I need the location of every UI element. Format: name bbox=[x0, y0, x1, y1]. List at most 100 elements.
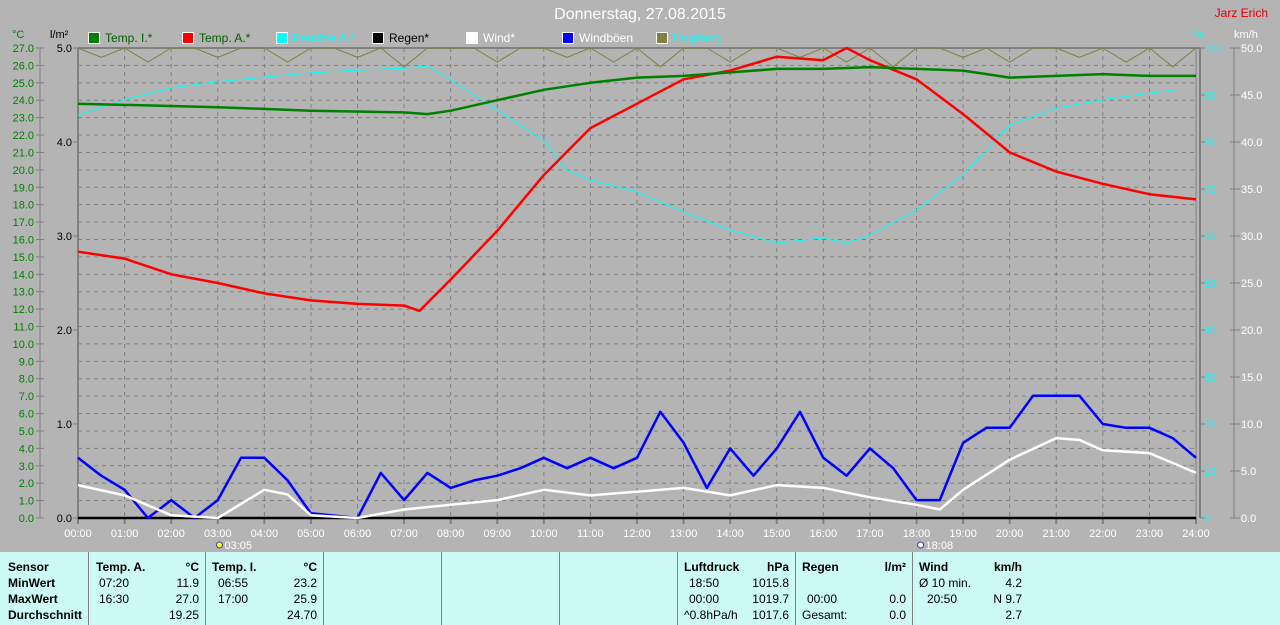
sunset-label: 18:08 bbox=[926, 540, 954, 552]
total-label: Gesamt: bbox=[802, 608, 848, 622]
stats-temp-i-col: Temp. I. °C 06:55 23.2 17:00 25.9 24.70 bbox=[206, 552, 324, 625]
min-time: 07:20 bbox=[99, 576, 130, 590]
sunset-icon bbox=[917, 541, 925, 549]
axis-unit-humidity: % bbox=[1194, 29, 1204, 41]
tick-label-temp: 7.0 bbox=[19, 391, 34, 403]
tick-label-time: 04:00 bbox=[251, 528, 279, 540]
legend-swatch bbox=[88, 32, 100, 44]
legend-swatch bbox=[372, 32, 384, 44]
min-time: 06:55 bbox=[218, 576, 249, 590]
max-value: 27.0 bbox=[175, 592, 199, 606]
tick-label-wind: 25.0 bbox=[1241, 278, 1262, 290]
tick-label-time: 06:00 bbox=[344, 528, 372, 540]
legend-swatch bbox=[182, 32, 194, 44]
tick-label-time: 08:00 bbox=[437, 528, 465, 540]
tick-label-humidity: 80 bbox=[1204, 137, 1216, 149]
tick-label-temp: 6.0 bbox=[19, 409, 34, 421]
stats-unit: °C bbox=[185, 560, 199, 574]
legend-item: Windböen bbox=[562, 31, 633, 45]
tick-label-humidity: 70 bbox=[1204, 184, 1216, 196]
legend-item: Temp. I.* bbox=[88, 31, 152, 45]
tick-label-time: 07:00 bbox=[390, 528, 418, 540]
axis-unit-rain: l/m² bbox=[50, 29, 69, 41]
legend-swatch bbox=[562, 32, 574, 44]
tick-label-wind: 10.0 bbox=[1241, 419, 1262, 431]
tick-label-humidity: 100 bbox=[1204, 43, 1222, 55]
tick-label-time: 05:00 bbox=[297, 528, 325, 540]
tick-label-time: 00:00 bbox=[64, 528, 92, 540]
stats-empty-col bbox=[442, 552, 560, 625]
avg-value: 19.25 bbox=[168, 608, 199, 622]
tick-label-temp: 26.0 bbox=[13, 60, 34, 72]
stats-empty-col bbox=[324, 552, 442, 625]
tick-label-temp: 5.0 bbox=[19, 426, 34, 438]
stats-header: Temp. I. bbox=[212, 560, 257, 574]
tick-label-humidity: 10 bbox=[1204, 466, 1216, 478]
tick-label-temp: 0.0 bbox=[19, 513, 34, 525]
tick-label-wind: 0.0 bbox=[1241, 513, 1256, 525]
tick-label-time: 22:00 bbox=[1089, 528, 1117, 540]
tick-label-wind: 40.0 bbox=[1241, 137, 1262, 149]
stats-unit: km/h bbox=[993, 560, 1022, 574]
stats-pressure-col: Luftdruck hPa 18:50 1015.8 00:00 1019.7 … bbox=[678, 552, 796, 625]
legend-item: Regen* bbox=[372, 31, 429, 45]
tick-label-rain: 5.0 bbox=[57, 43, 72, 55]
tick-label-temp: 8.0 bbox=[19, 374, 34, 386]
min-value: 1015.8 bbox=[752, 576, 789, 590]
avg-value: 1017.6 bbox=[752, 608, 789, 622]
tick-label-temp: 27.0 bbox=[13, 43, 34, 55]
tick-label-time: 16:00 bbox=[810, 528, 838, 540]
legend-label: Regen* bbox=[389, 31, 430, 45]
legend-label: Windböen bbox=[579, 31, 634, 45]
tick-label-temp: 12.0 bbox=[13, 304, 34, 316]
tick-label-temp: 18.0 bbox=[13, 200, 34, 212]
legend-label: Wind* bbox=[483, 31, 516, 45]
axis-unit-temp: °C bbox=[12, 29, 24, 41]
tick-label-humidity: 60 bbox=[1204, 231, 1216, 243]
stats-rain-col: Regen l/m² 00:00 0.0 Gesamt: 0.0 bbox=[796, 552, 913, 625]
max-value: N 9.7 bbox=[993, 592, 1022, 606]
tick-label-rain: 2.0 bbox=[57, 325, 72, 337]
tick-label-humidity: 20 bbox=[1204, 419, 1216, 431]
legend-swatch bbox=[276, 32, 288, 44]
stats-row-label: MaxWert bbox=[8, 592, 58, 606]
tick-label-time: 20:00 bbox=[996, 528, 1024, 540]
tick-label-temp: 19.0 bbox=[13, 182, 34, 194]
sunrise-icon bbox=[215, 541, 223, 549]
max-time: 20:50 bbox=[927, 592, 958, 606]
tick-label-humidity: 0 bbox=[1204, 513, 1210, 525]
stats-temp-a-col: Temp. A. °C 07:20 11.9 16:30 27.0 19.25 bbox=[89, 552, 206, 625]
tick-label-temp: 16.0 bbox=[13, 234, 34, 246]
max-time: 00:00 bbox=[807, 592, 838, 606]
tick-label-temp: 22.0 bbox=[13, 130, 34, 142]
min-time: 18:50 bbox=[689, 576, 720, 590]
max-value: 0.0 bbox=[889, 592, 906, 606]
tick-label-rain: 1.0 bbox=[57, 419, 72, 431]
tick-label-time: 01:00 bbox=[111, 528, 139, 540]
total-value: 0.0 bbox=[889, 608, 906, 622]
tick-label-time: 24:00 bbox=[1182, 528, 1210, 540]
stats-sensor-col: Sensor MinWert MaxWert Durchschnitt bbox=[0, 552, 89, 625]
min-value: 11.9 bbox=[176, 576, 199, 590]
tick-label-rain: 0.0 bbox=[57, 513, 72, 525]
tick-label-time: 18:00 bbox=[903, 528, 931, 540]
tick-label-time: 19:00 bbox=[949, 528, 977, 540]
tick-label-temp: 9.0 bbox=[19, 356, 34, 368]
tick-label-time: 09:00 bbox=[483, 528, 511, 540]
stats-row-label: Durchschnitt bbox=[8, 608, 83, 622]
tick-label-wind: 30.0 bbox=[1241, 231, 1262, 243]
sunrise-label: 03:05 bbox=[224, 540, 252, 552]
tick-label-humidity: 90 bbox=[1204, 90, 1216, 102]
tick-label-temp: 17.0 bbox=[13, 217, 34, 229]
tick-label-humidity: 40 bbox=[1204, 325, 1216, 337]
tick-label-temp: 2.0 bbox=[19, 478, 34, 490]
axis-unit-wind: km/h bbox=[1234, 29, 1258, 41]
legend-item: Temp. A.* bbox=[182, 31, 250, 45]
weather-chart: °C 0.0 1.0 2.0 3.0 4.0 5.0 6.0 7.0 8.0 9.0 10.0 11.0… bbox=[12, 29, 1262, 552]
tick-label-time: 21:00 bbox=[1042, 528, 1070, 540]
avg10-value: 4.2 bbox=[1005, 576, 1022, 590]
tick-label-humidity: 50 bbox=[1204, 278, 1216, 290]
tick-label-wind: 45.0 bbox=[1241, 90, 1262, 102]
tick-label-time: 14:00 bbox=[716, 528, 744, 540]
trend-label: ^0.8hPa/h bbox=[684, 608, 738, 622]
